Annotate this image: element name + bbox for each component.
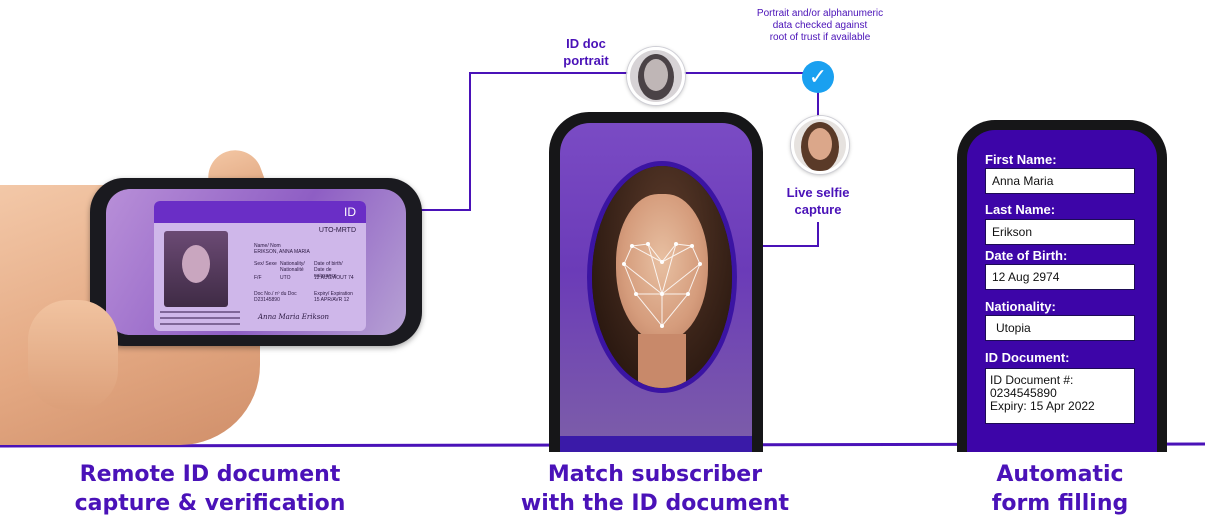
first-name-label: First Name: <box>985 152 1057 167</box>
id-document-line3: Expiry: 15 Apr 2022 <box>990 399 1095 413</box>
connector-selfie-to-middle <box>763 222 819 247</box>
verification-note: Portrait and/or alphanumeric data checke… <box>742 8 898 44</box>
id-card-code: UTO-MRTD <box>318 227 356 234</box>
live-selfie-label: Live selfie capture <box>772 184 864 218</box>
id-mrz-line-2 <box>160 317 240 319</box>
caption-remote-id-capture: Remote ID document capture & verificatio… <box>60 460 360 518</box>
caption-left-line1: Remote ID document <box>79 462 341 487</box>
id-mrz-line-1 <box>160 311 240 313</box>
caption-automatic-form-filling: Automatic form filling <box>960 460 1160 518</box>
id-nationality: UTO <box>280 275 291 281</box>
caption-right-line2: form filling <box>991 491 1129 516</box>
id-photo-face <box>182 245 210 283</box>
last-name-label: Last Name: <box>985 202 1056 217</box>
id-doc-portrait-face <box>644 59 668 91</box>
id-doc-no: D23145890 <box>254 297 280 303</box>
date-of-birth-label: Date of Birth: <box>985 248 1068 263</box>
face-scan-oval <box>587 161 737 393</box>
portrait-phone-form: First Name: Anna Maria Last Name: Erikso… <box>957 120 1167 452</box>
id-doc-portrait-avatar <box>627 47 685 105</box>
last-name-field[interactable]: Erikson <box>985 219 1135 245</box>
id-doc-portrait-label-line1: ID doc <box>566 36 606 51</box>
id-sex-label: Sex/ Sexe <box>254 261 277 267</box>
face-landmark-mesh <box>622 242 702 328</box>
portrait-phone-face-match <box>549 112 763 452</box>
live-selfie-label-line2: capture <box>794 202 842 217</box>
checkmark-icon: ✓ <box>802 61 834 93</box>
live-selfie-avatar <box>791 116 849 174</box>
live-selfie-label-line1: Live selfie <box>786 185 850 200</box>
id-dob: 12 AUG/AOUT 74 <box>314 275 354 281</box>
id-expiry: 15 APR/AVR 12 <box>314 297 350 303</box>
fingers-illustration <box>28 300 118 410</box>
id-sex: F/F <box>254 275 262 281</box>
id-mrz-line-3 <box>160 323 240 325</box>
verification-note-line2: data checked against <box>772 20 868 31</box>
id-card-header <box>154 201 366 223</box>
id-nationality-label: Nationality/ Nationalité <box>280 261 305 273</box>
form-screen: First Name: Anna Maria Last Name: Erikso… <box>967 130 1157 452</box>
id-name: ERIKSON, ANNA MARIA <box>254 249 310 255</box>
face-match-screen <box>560 123 752 452</box>
id-card-photo <box>164 231 228 307</box>
landscape-phone-screen: ID UTO-MRTD Name/ Nom ERIKSON, ANNA MARI… <box>106 189 406 335</box>
caption-middle-line2: with the ID document <box>520 491 790 516</box>
live-selfie-face <box>808 128 832 160</box>
id-card: ID UTO-MRTD Name/ Nom ERIKSON, ANNA MARI… <box>154 201 366 331</box>
nationality-label: Nationality: <box>985 299 1056 314</box>
verification-note-line1: Portrait and/or alphanumeric <box>756 8 884 19</box>
caption-middle-line1: Match subscriber <box>547 462 763 487</box>
nationality-field[interactable]: Utopia <box>985 315 1135 341</box>
caption-right-line1: Automatic <box>996 462 1124 487</box>
caption-match-subscriber: Match subscriber with the ID document <box>505 460 805 518</box>
caption-left-line2: capture & verification <box>74 491 346 516</box>
id-doc-portrait-label-line2: portrait <box>563 53 609 68</box>
landscape-phone: ID UTO-MRTD Name/ Nom ERIKSON, ANNA MARI… <box>90 178 422 346</box>
first-name-field[interactable]: Anna Maria <box>985 168 1135 194</box>
verification-note-line3: root of trust if available <box>769 32 871 43</box>
id-doc-portrait-label: ID doc portrait <box>548 35 624 69</box>
date-of-birth-field[interactable]: 12 Aug 2974 <box>985 264 1135 290</box>
id-document-field[interactable]: ID Document #: 0234545890 Expiry: 15 Apr… <box>985 368 1135 424</box>
face-match-bottom-bar <box>560 436 752 452</box>
id-document-label: ID Document: <box>985 350 1070 365</box>
id-signature: Anna Maria Erikson <box>258 313 330 321</box>
id-card-title: ID <box>344 205 356 219</box>
